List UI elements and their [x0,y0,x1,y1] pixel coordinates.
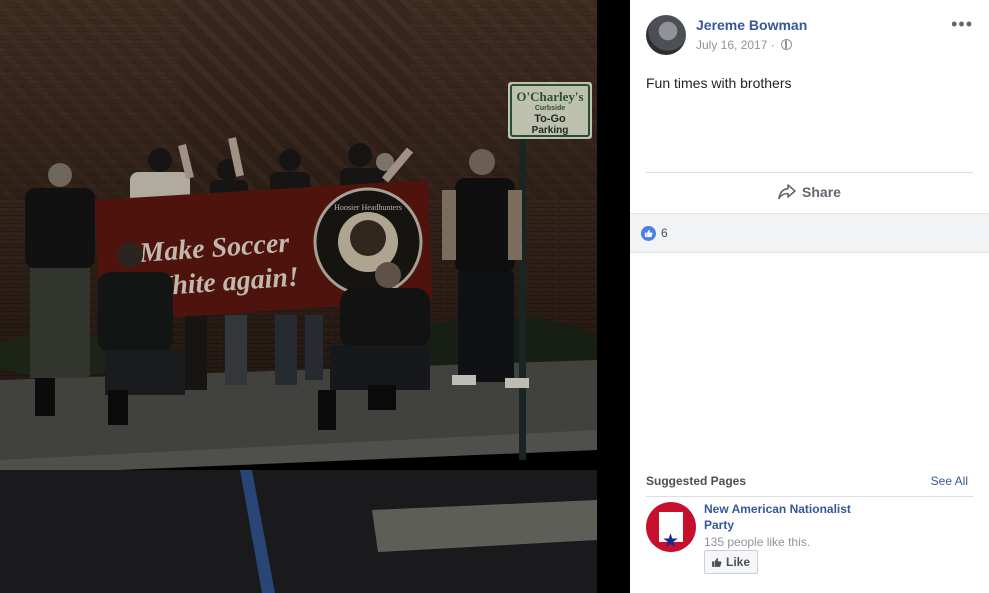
page-avatar[interactable]: ★ [646,502,696,552]
author-avatar[interactable] [646,15,686,55]
share-button[interactable]: Share [646,173,973,211]
photo-viewer: O'Charley's Curbside To-Go Parking Make … [0,0,630,593]
post-photo[interactable]: O'Charley's Curbside To-Go Parking Make … [0,0,597,593]
post-meta: July 16, 2017 · [696,38,793,52]
suggested-page-likes: 135 people like this. [704,535,811,549]
suggested-page-name[interactable]: New American Nationalist Party [704,501,874,533]
like-button-label: Like [726,555,751,569]
reactions-bar[interactable]: 6 [630,213,989,253]
author-name[interactable]: Jereme Bowman [696,17,807,33]
globe-icon[interactable] [781,39,793,50]
like-page-button[interactable]: Like [704,550,759,574]
divider [646,496,973,497]
post-text: Fun times with brothers [646,75,792,91]
post-date[interactable]: July 16, 2017 [696,38,767,52]
thumbs-up-icon [712,557,722,567]
see-all-link[interactable]: See All [931,474,968,488]
star-icon: ★ [662,531,680,552]
thumbs-up-icon [641,226,656,241]
meta-separator: · [770,38,775,52]
more-options-button[interactable]: ••• [951,15,973,33]
suggested-pages-title: Suggested Pages [646,474,747,488]
post-sidebar: Jereme Bowman July 16, 2017 · ••• Fun ti… [630,0,989,593]
share-icon [778,184,796,200]
photo-scene: O'Charley's Curbside To-Go Parking Make … [0,0,597,593]
like-count[interactable]: 6 [661,226,668,240]
share-label: Share [802,184,841,200]
